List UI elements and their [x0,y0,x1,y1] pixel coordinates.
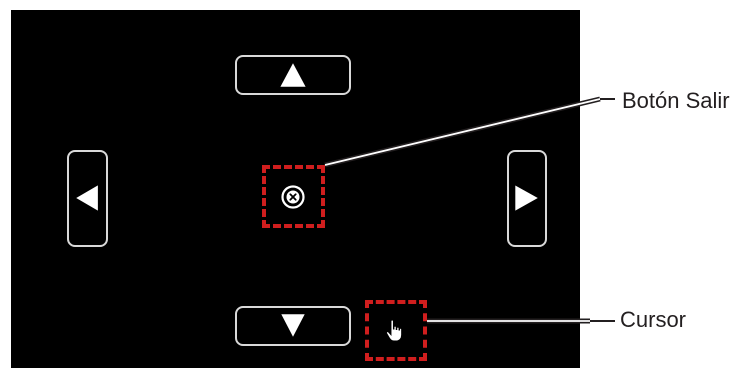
move-left-button[interactable] [67,150,108,247]
triangle-up-icon [280,63,306,87]
hand-pointer-icon [386,319,403,342]
move-up-button[interactable] [235,55,351,95]
move-right-button[interactable] [507,150,547,247]
exit-button-label: Botón Salir [622,88,730,113]
triangle-left-icon [76,185,98,211]
triangle-down-icon [281,314,305,337]
cursor-label: Cursor [620,307,687,332]
projector-screen [11,10,580,368]
triangle-right-icon [515,185,538,211]
move-down-button[interactable] [235,306,351,346]
diagram: Botón Salir Cursor [0,0,755,368]
circle-x-icon[interactable] [280,184,306,210]
